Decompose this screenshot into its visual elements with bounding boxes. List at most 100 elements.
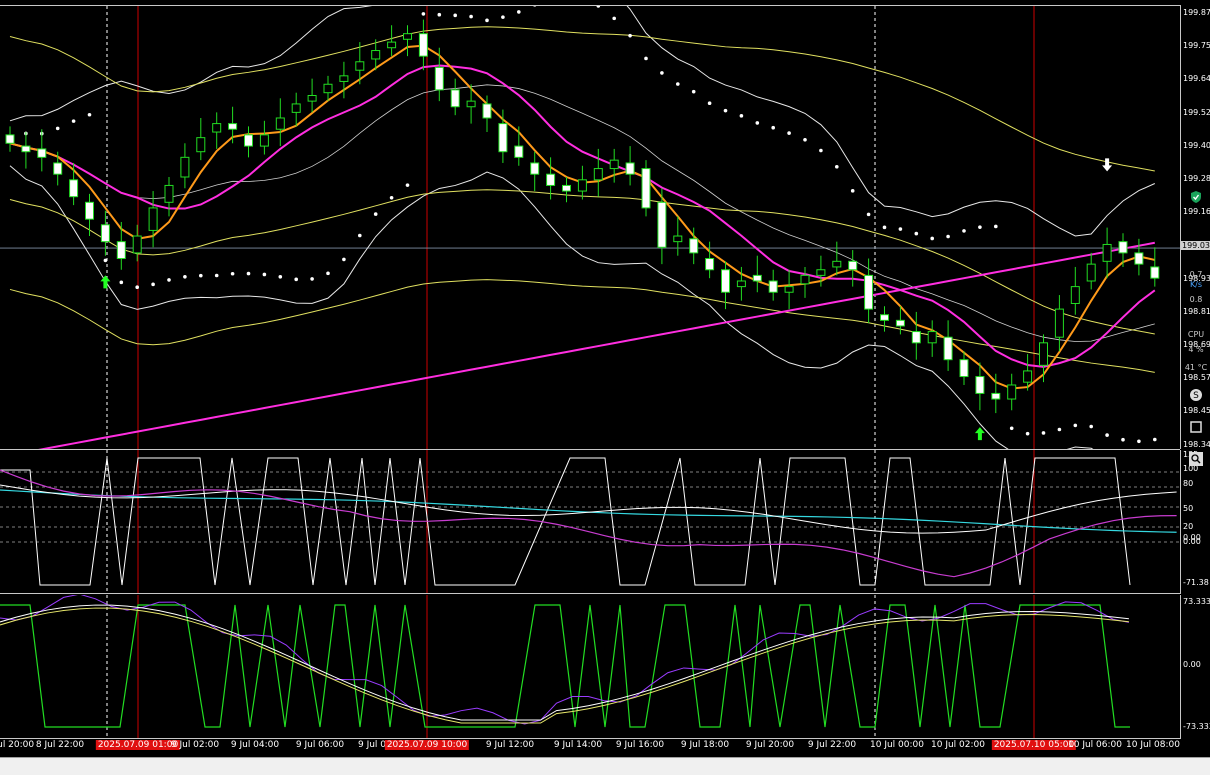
- parabolic-sar-dot: [533, 6, 537, 7]
- bullish-candle: [466, 100, 476, 108]
- bullish-candle: [196, 137, 206, 153]
- oscillator-1-tick: 20: [1183, 522, 1194, 531]
- time-axis: 8 Jul 20:008 Jul 22:002025.07.09 01:009 …: [0, 739, 1210, 754]
- bearish-candle: [5, 134, 15, 144]
- bullish-candle: [1023, 370, 1033, 383]
- parabolic-sar-dot: [405, 183, 410, 187]
- oscillator-1-white-line: [0, 484, 1177, 534]
- bearish-candle: [1118, 241, 1128, 254]
- bearish-candle: [625, 162, 635, 175]
- sync-icon[interactable]: S: [1183, 388, 1209, 404]
- bullish-candle: [1070, 286, 1080, 304]
- parabolic-sar-dot: [1105, 433, 1109, 437]
- parabolic-sar-dot: [1153, 437, 1157, 442]
- bearish-candle: [768, 280, 778, 293]
- parabolic-sar-dot: [771, 125, 775, 130]
- parabolic-sar-dot: [628, 33, 632, 38]
- oscillator-1-scale[interactable]: 1351008050200.000.00-71.38: [1180, 450, 1210, 594]
- cpu-value: 4 %: [1188, 345, 1204, 354]
- bearish-candle: [450, 89, 460, 108]
- oscillator-2-white-line: [0, 604, 1129, 721]
- main-chart-pane[interactable]: [0, 5, 1180, 450]
- bullish-candle: [355, 61, 365, 71]
- main-price-scale[interactable]: 199.87 199.75 199.64 199.52 199.40 199.28 199.…: [1180, 5, 1210, 449]
- parabolic-sar-dot: [914, 231, 919, 236]
- oscillator-1-pane[interactable]: [0, 450, 1180, 594]
- bullish-candle: [148, 207, 158, 231]
- parabolic-sar-dot: [167, 278, 171, 282]
- shield-icon[interactable]: [1183, 190, 1209, 206]
- price-tick: 199.28: [1183, 174, 1210, 183]
- time-axis-label: 8 Jul 20:00: [0, 740, 35, 750]
- bearish-candle: [562, 184, 571, 192]
- parabolic-sar-dot: [739, 114, 744, 118]
- bearish-candle: [1150, 266, 1160, 279]
- parabolic-sar-dot: [55, 126, 60, 131]
- screenshot-icon[interactable]: [1183, 420, 1209, 436]
- parabolic-sar-dot: [87, 112, 92, 117]
- bullish-candle: [259, 134, 269, 147]
- bearish-candle: [991, 392, 1001, 400]
- main-price-chart[interactable]: [0, 6, 1180, 449]
- bearish-candle: [530, 162, 540, 175]
- parabolic-sar-dot: [707, 101, 712, 106]
- bearish-candle: [100, 224, 110, 243]
- bullish-candle: [403, 33, 412, 40]
- bullish-candle: [927, 331, 937, 344]
- bullish-candle: [800, 274, 810, 285]
- bearish-candle: [721, 269, 730, 293]
- envelope-lower-line: [9, 189, 1155, 335]
- oscillator-2-pane[interactable]: [0, 595, 1180, 739]
- parabolic-sar-dot: [119, 280, 124, 285]
- parabolic-sar-dot: [660, 71, 664, 75]
- oscillator-1-chart[interactable]: [0, 450, 1180, 593]
- oscillator-1-magenta-line: [0, 469, 1177, 578]
- time-axis-label: 9 Jul 06:00: [295, 740, 345, 750]
- time-axis-label: 9 Jul 12:00: [485, 740, 535, 750]
- parabolic-sar-dot: [930, 236, 934, 241]
- oscillator-2-tick: -73.333: [1183, 722, 1210, 731]
- oscillator-1-tick: 0.00: [1183, 537, 1201, 546]
- parabolic-sar-dot: [294, 277, 299, 282]
- oscillator-2-purple-line: [0, 595, 1129, 725]
- medium-moving-average: [9, 64, 1156, 368]
- bullish-candle: [736, 280, 746, 288]
- price-tick: 199.16: [1183, 207, 1210, 217]
- time-axis-label: 9 Jul 18:00: [680, 740, 730, 750]
- bearish-candle: [864, 274, 874, 310]
- oscillator-2-step-line: [0, 604, 1130, 728]
- cpu-label: CPU: [1187, 330, 1205, 339]
- search-icon[interactable]: [1183, 452, 1209, 468]
- parabolic-sar-dot: [1057, 427, 1062, 432]
- parabolic-sar-dot: [978, 225, 982, 229]
- parabolic-sar-dot: [342, 257, 346, 262]
- parabolic-sar-dot: [803, 137, 807, 142]
- parabolic-sar-dot: [517, 10, 521, 14]
- bearish-candle: [546, 173, 556, 186]
- time-axis-highlight-label: 2025.07.09 10:00: [384, 740, 470, 750]
- parabolic-sar-dot: [71, 119, 76, 123]
- parabolic-sar-dot: [644, 56, 648, 61]
- oscillator-2-yellow-line: [0, 607, 1129, 724]
- bearish-candle: [434, 66, 444, 91]
- price-tick: 199.87: [1183, 8, 1210, 17]
- parabolic-sar-dot: [1041, 431, 1046, 435]
- parabolic-sar-dot: [199, 273, 203, 278]
- oscillator-2-tick: 0.00: [1183, 660, 1201, 669]
- parabolic-sar-dot: [437, 12, 442, 17]
- current-price-label: 199.03: [1181, 241, 1210, 251]
- bullish-candle: [212, 123, 222, 133]
- time-axis-label: 10 Jul 08:00: [1126, 740, 1180, 750]
- time-axis-label: 9 Jul 04:00: [230, 740, 280, 750]
- bearish-candle: [689, 238, 699, 254]
- parabolic-sar-dot: [676, 82, 680, 86]
- parabolic-sar-dot: [882, 225, 887, 230]
- price-tick: 198.57: [1183, 373, 1210, 383]
- price-tick: 199.75: [1183, 41, 1210, 51]
- bearish-candle: [69, 179, 79, 198]
- oscillator-2-chart[interactable]: [0, 595, 1180, 738]
- parabolic-sar-dot: [103, 258, 108, 263]
- network-rate-value: 0.7: [1189, 270, 1203, 279]
- buy-arrow-icon: [974, 427, 985, 441]
- oscillator-2-scale[interactable]: 73.333 0.00 -73.333: [1180, 595, 1210, 739]
